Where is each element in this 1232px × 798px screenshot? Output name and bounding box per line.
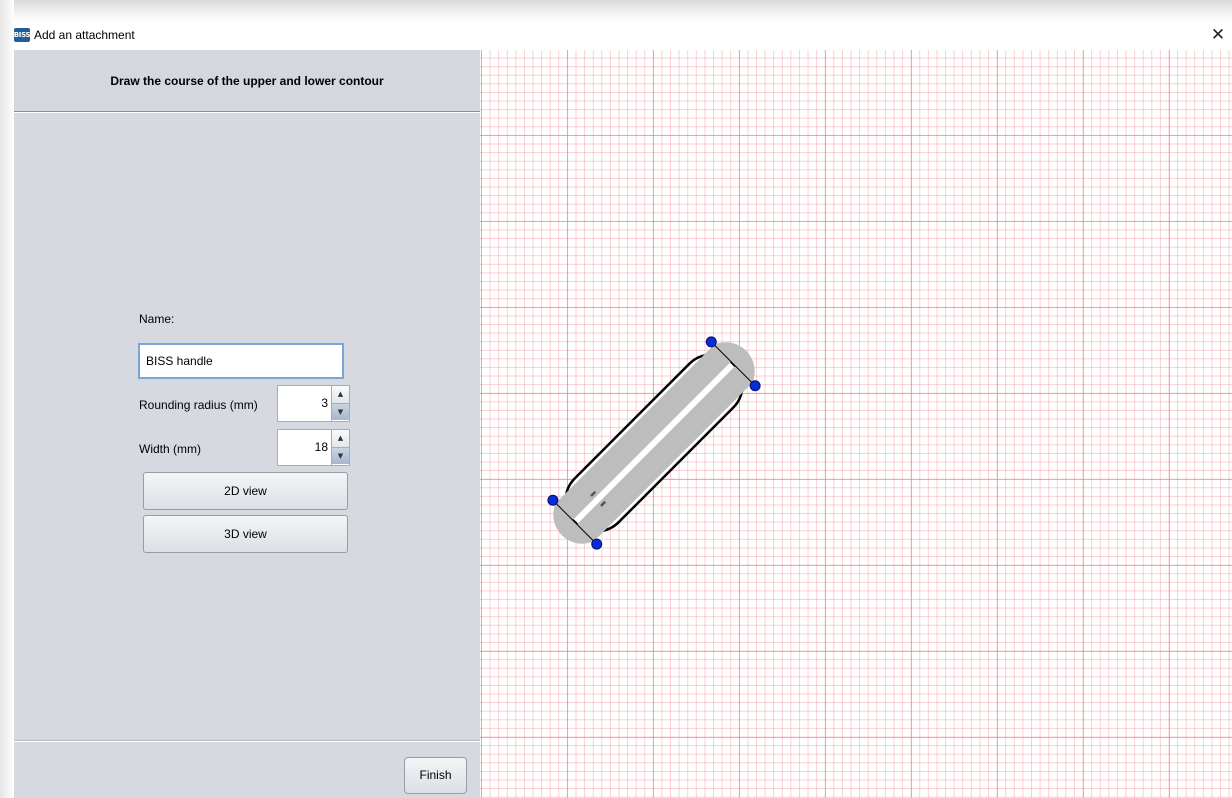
rounding-radius-spinner[interactable]: 3 ▲ ▼ xyxy=(277,385,350,422)
finish-button[interactable]: Finish xyxy=(404,757,467,794)
handle-drawing[interactable] xyxy=(480,50,1232,798)
width-label: Width (mm) xyxy=(139,442,201,456)
header-divider xyxy=(14,112,480,113)
name-input[interactable] xyxy=(138,343,344,379)
spinner-down-icon[interactable]: ▼ xyxy=(332,447,349,464)
2d-view-button[interactable]: 2D view xyxy=(143,472,348,510)
spinner-arrows: ▲ ▼ xyxy=(331,386,349,421)
rounding-radius-label: Rounding radius (mm) xyxy=(139,398,258,412)
title-bar: BISS Add an attachment ✕ xyxy=(14,22,1232,50)
name-label: Name: xyxy=(139,312,175,326)
handle-outline[interactable] xyxy=(553,342,755,544)
window-shadow-top xyxy=(0,0,1232,22)
spinner-up-icon[interactable]: ▲ xyxy=(332,386,349,403)
instruction-header: Draw the course of the upper and lower c… xyxy=(14,50,480,112)
settings-panel: Draw the course of the upper and lower c… xyxy=(14,50,480,798)
drawing-canvas[interactable] xyxy=(480,50,1232,798)
handle-shape[interactable] xyxy=(536,325,771,560)
window-shadow-left xyxy=(0,0,14,798)
3d-view-button[interactable]: 3D view xyxy=(143,515,348,553)
window-title: Add an attachment xyxy=(34,28,135,42)
spinner-arrows: ▲ ▼ xyxy=(331,430,349,465)
add-attachment-window: BISS Add an attachment ✕ Draw the course… xyxy=(14,22,1232,798)
rounding-radius-value[interactable]: 3 xyxy=(278,386,328,421)
width-spinner[interactable]: 18 ▲ ▼ xyxy=(277,429,350,466)
spinner-up-icon[interactable]: ▲ xyxy=(332,430,349,447)
spinner-down-icon[interactable]: ▼ xyxy=(332,403,349,420)
width-value[interactable]: 18 xyxy=(278,430,328,465)
footer-divider xyxy=(14,740,480,742)
biss-app-icon: BISS xyxy=(14,28,31,42)
close-icon[interactable]: ✕ xyxy=(1208,24,1228,46)
